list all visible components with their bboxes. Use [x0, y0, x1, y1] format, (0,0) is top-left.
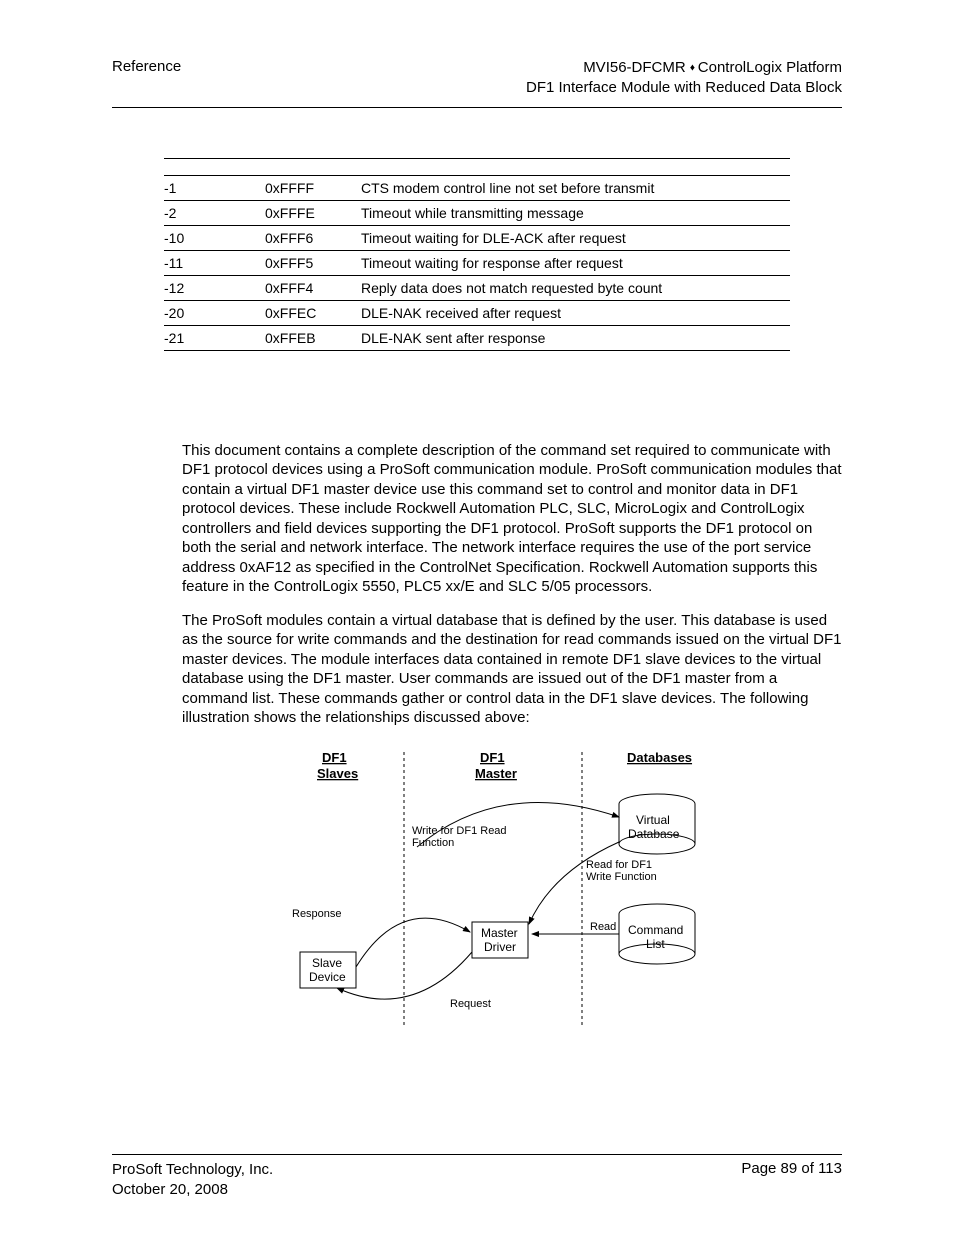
read-write-label-2: Write Function	[586, 871, 657, 883]
cell-desc: Timeout while transmitting message	[361, 200, 790, 225]
error-code-table: -1 0xFFFF CTS modem control line not set…	[164, 176, 790, 351]
cell-dec: -2	[164, 200, 265, 225]
page-header: Reference MVI56-DFCMR ♦ ControlLogix Pla…	[112, 58, 842, 108]
heading-databases: Databases	[627, 750, 692, 765]
request-label: Request	[450, 998, 491, 1010]
cell-hex: 0xFFFE	[265, 200, 361, 225]
cell-hex: 0xFFFF	[265, 176, 361, 201]
cell-dec: -10	[164, 225, 265, 250]
cell-hex: 0xFFF5	[265, 250, 361, 275]
cell-dec: -1	[164, 176, 265, 201]
paragraph-1: This document contains a complete descri…	[182, 441, 842, 597]
page: Reference MVI56-DFCMR ♦ ControlLogix Pla…	[0, 0, 954, 1235]
table-top-rule-2	[164, 169, 790, 176]
cell-desc: CTS modem control line not set before tr…	[361, 176, 790, 201]
table-row: -12 0xFFF4 Reply data does not match req…	[164, 275, 790, 300]
heading-slaves-2: Slaves	[317, 766, 358, 781]
body-text: This document contains a complete descri…	[182, 441, 842, 1032]
cell-hex: 0xFFEC	[265, 300, 361, 325]
heading-slaves-1: DF1	[322, 750, 347, 765]
read-arrow-label: Read	[590, 921, 616, 933]
cell-dec: -20	[164, 300, 265, 325]
virtual-db-label-2: Database	[628, 827, 680, 841]
header-right: MVI56-DFCMR ♦ ControlLogix Platform DF1 …	[526, 58, 842, 99]
read-write-label-1: Read for DF1	[586, 859, 652, 871]
cell-desc: DLE-NAK received after request	[361, 300, 790, 325]
table-row: -20 0xFFEC DLE-NAK received after reques…	[164, 300, 790, 325]
diagram-wrap: DF1 Slaves DF1 Master Databases Virtual …	[182, 742, 842, 1032]
cell-dec: -11	[164, 250, 265, 275]
df1-diagram: DF1 Slaves DF1 Master Databases Virtual …	[282, 742, 742, 1032]
cell-desc: Timeout waiting for DLE-ACK after reques…	[361, 225, 790, 250]
master-driver-label-1: Master	[481, 926, 518, 940]
master-driver-label-2: Driver	[484, 940, 516, 954]
table-row: -1 0xFFFF CTS modem control line not set…	[164, 176, 790, 201]
command-list-label-2: List	[646, 937, 665, 951]
table-row: -2 0xFFFE Timeout while transmitting mes…	[164, 200, 790, 225]
diamond-icon: ♦	[690, 62, 698, 73]
response-label: Response	[292, 908, 342, 920]
slave-device-label-1: Slave	[312, 956, 342, 970]
paragraph-2: The ProSoft modules contain a virtual da…	[182, 611, 842, 728]
platform-name: ControlLogix Platform	[698, 59, 842, 76]
footer-page: Page 89 of 113	[741, 1160, 842, 1199]
cell-desc: Reply data does not match requested byte…	[361, 275, 790, 300]
table-row: -21 0xFFEB DLE-NAK sent after response	[164, 325, 790, 350]
cell-hex: 0xFFF4	[265, 275, 361, 300]
heading-master-1: DF1	[480, 750, 505, 765]
table-row: -11 0xFFF5 Timeout waiting for response …	[164, 250, 790, 275]
write-label-1: Write for DF1 Read	[412, 825, 507, 837]
table-top-rule	[164, 158, 790, 169]
footer-date: October 20, 2008	[112, 1181, 228, 1198]
cell-hex: 0xFFF6	[265, 225, 361, 250]
slave-device-label-2: Device	[309, 970, 346, 984]
footer-company: ProSoft Technology, Inc.	[112, 1161, 273, 1178]
virtual-db-label-1: Virtual	[636, 813, 670, 827]
write-label-2: Function	[412, 837, 454, 849]
module-desc: DF1 Interface Module with Reduced Data B…	[526, 79, 842, 96]
cell-desc: Timeout waiting for response after reque…	[361, 250, 790, 275]
page-footer: ProSoft Technology, Inc. October 20, 200…	[112, 1154, 842, 1199]
cell-dec: -21	[164, 325, 265, 350]
heading-master-2: Master	[475, 766, 517, 781]
table-row: -10 0xFFF6 Timeout waiting for DLE-ACK a…	[164, 225, 790, 250]
cell-dec: -12	[164, 275, 265, 300]
error-code-table-wrap: -1 0xFFFF CTS modem control line not set…	[164, 158, 790, 351]
header-left: Reference	[112, 58, 181, 75]
cell-desc: DLE-NAK sent after response	[361, 325, 790, 350]
footer-left: ProSoft Technology, Inc. October 20, 200…	[112, 1160, 273, 1199]
cell-hex: 0xFFEB	[265, 325, 361, 350]
product-name: MVI56-DFCMR	[583, 59, 686, 76]
command-list-label-1: Command	[628, 923, 683, 937]
